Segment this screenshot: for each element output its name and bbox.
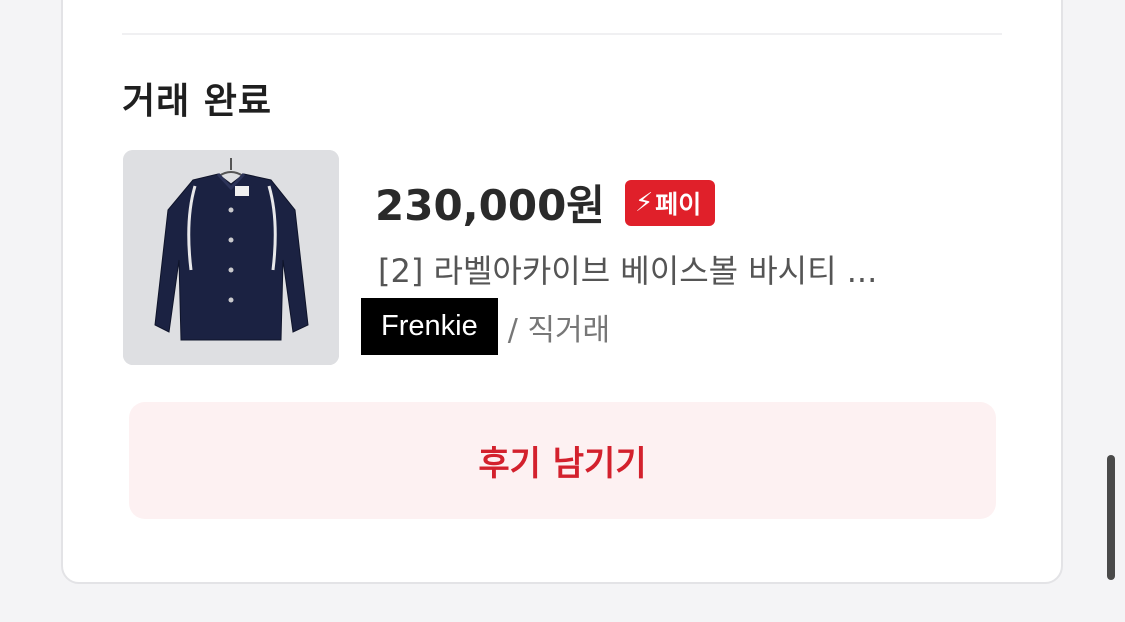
product-price: 230,000원 [375,181,605,230]
product-title[interactable]: [2] 라벨아카이브 베이스볼 바시티 ... [378,246,877,292]
seller-name[interactable]: Frenkie [361,298,498,355]
section-title: 거래 완료 [122,81,273,122]
jacket-image [123,150,339,365]
divider [122,33,1002,35]
scrollbar[interactable] [1107,455,1115,580]
write-review-button[interactable]: 후기 남기기 [129,402,996,519]
product-thumbnail[interactable] [123,150,339,365]
price-row: 230,000원 ⚡ 페이 [375,172,716,233]
pay-badge: ⚡ 페이 [624,179,716,226]
deal-type: / 직거래 [507,312,611,348]
lightning-icon: ⚡ [634,187,654,218]
seller-row: Frenkie / 직거래 [361,298,610,355]
pay-badge-label: 페이 [655,189,702,219]
